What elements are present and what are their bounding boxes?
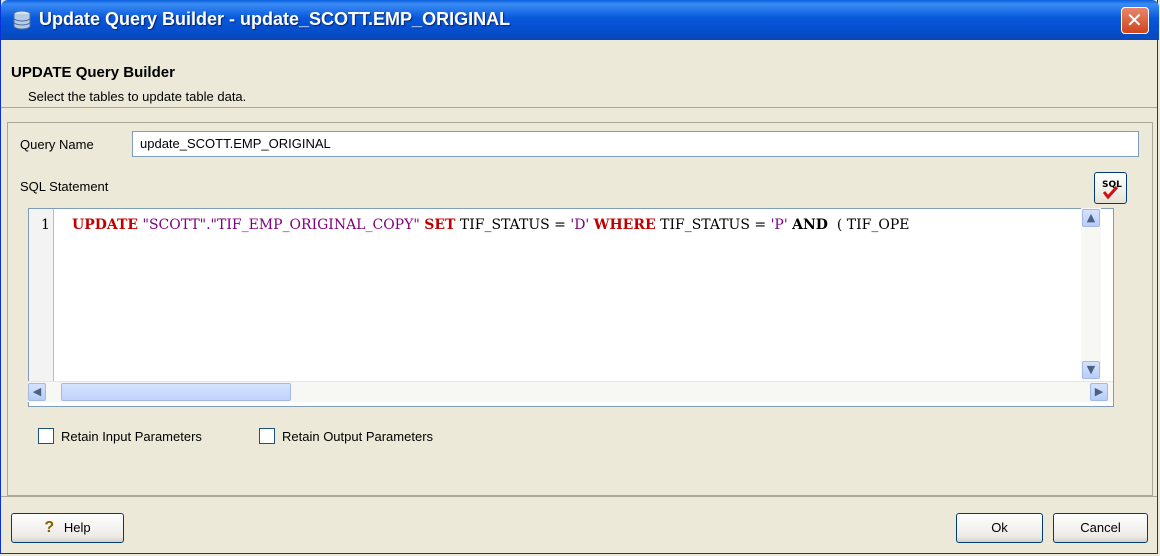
- scroll-right-button[interactable]: ▶: [1090, 383, 1108, 401]
- sql-token: UPDATE: [72, 217, 139, 233]
- sql-validate-button[interactable]: SQL: [1094, 172, 1127, 204]
- sql-token: ( TIF_OPE: [827, 217, 910, 233]
- sql-token: 'P': [770, 217, 788, 233]
- help-button-label: Help: [63, 520, 91, 535]
- query-name-input[interactable]: update_SCOTT.EMP_ORIGINAL: [132, 131, 1139, 157]
- close-button[interactable]: ✕: [1121, 7, 1149, 34]
- sql-check-icon: SQL: [1102, 180, 1122, 200]
- help-button[interactable]: ? Help: [11, 513, 124, 543]
- vertical-scrollbar[interactable]: ▲ ▼: [1081, 208, 1101, 380]
- ok-button[interactable]: Ok: [956, 513, 1043, 543]
- retain-input-checkbox[interactable]: [38, 428, 54, 444]
- update-query-builder-window: Update Query Builder - update_SCOTT.EMP_…: [0, 0, 1159, 554]
- cancel-button[interactable]: Cancel: [1053, 513, 1148, 543]
- question-mark-icon: ?: [44, 519, 55, 536]
- sql-token: 'D': [570, 217, 590, 233]
- window-title: Update Query Builder - update_SCOTT.EMP_…: [39, 9, 511, 29]
- close-icon: ✕: [1126, 8, 1143, 32]
- dialog-heading: UPDATE Query Builder: [11, 64, 175, 81]
- horizontal-scroll-thumb[interactable]: [61, 383, 291, 401]
- retain-input-label[interactable]: Retain Input Parameters: [61, 429, 202, 444]
- footer-divider: [1, 496, 1157, 497]
- sql-token: TIF_STATUS =: [655, 217, 771, 233]
- sql-token: "SCOTT"."TIF_EMP_ORIGINAL_COPY": [142, 217, 420, 233]
- line-number-gutter: 1: [29, 209, 54, 381]
- dialog-header: UPDATE Query Builder Select the tables t…: [1, 40, 1157, 108]
- sql-token: TIF_STATUS =: [455, 217, 571, 233]
- title-bar[interactable]: Update Query Builder - update_SCOTT.EMP_…: [1, 0, 1159, 40]
- line-number: 1: [41, 217, 50, 233]
- scroll-down-button[interactable]: ▼: [1082, 361, 1100, 379]
- sql-editor[interactable]: 1 UPDATE "SCOTT"."TIF_EMP_ORIGINAL_COPY"…: [28, 208, 1114, 407]
- dialog-description: Select the tables to update table data.: [28, 89, 247, 104]
- scroll-up-button[interactable]: ▲: [1082, 209, 1100, 227]
- sql-token: SET: [424, 217, 456, 233]
- retain-output-checkbox[interactable]: [259, 428, 275, 444]
- sql-code-line[interactable]: UPDATE "SCOTT"."TIF_EMP_ORIGINAL_COPY" S…: [72, 217, 909, 233]
- sql-token: AND: [792, 217, 828, 233]
- horizontal-scrollbar[interactable]: ◀ ▶: [28, 381, 1113, 402]
- svg-text:SQL: SQL: [1102, 180, 1122, 190]
- sql-statement-label: SQL Statement: [20, 179, 109, 194]
- retain-output-label[interactable]: Retain Output Parameters: [282, 429, 433, 444]
- query-name-label: Query Name: [20, 137, 94, 152]
- sql-token: WHERE: [593, 217, 656, 233]
- scroll-left-button[interactable]: ◀: [28, 383, 46, 401]
- database-icon: [13, 10, 31, 30]
